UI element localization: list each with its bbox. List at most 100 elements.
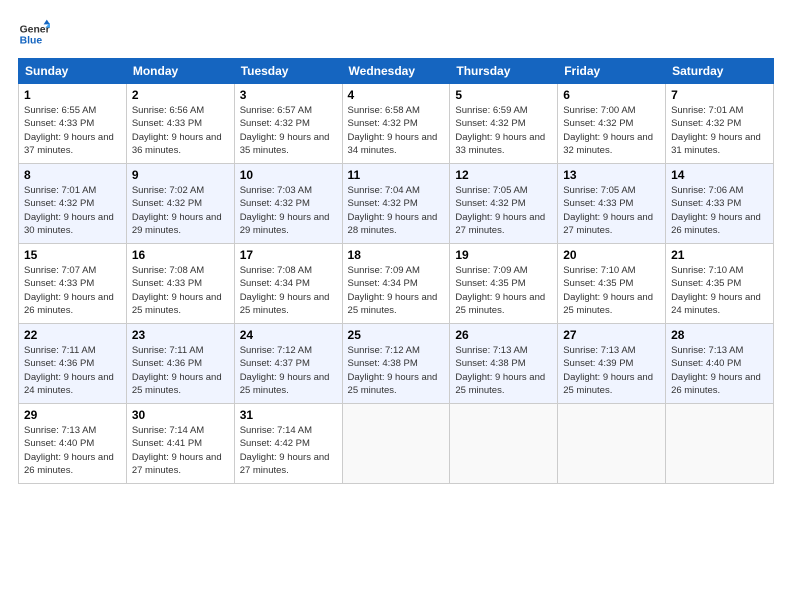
day-number: 3 bbox=[240, 88, 337, 102]
calendar-cell: 8 Sunrise: 7:01 AMSunset: 4:32 PMDaylight… bbox=[19, 164, 127, 244]
calendar-cell: 9 Sunrise: 7:02 AMSunset: 4:32 PMDaylight… bbox=[126, 164, 234, 244]
day-info: Sunrise: 7:04 AMSunset: 4:32 PMDaylight:… bbox=[348, 184, 445, 237]
day-number: 7 bbox=[671, 88, 768, 102]
day-info: Sunrise: 7:08 AMSunset: 4:33 PMDaylight:… bbox=[132, 264, 229, 317]
day-number: 1 bbox=[24, 88, 121, 102]
calendar-cell: 5 Sunrise: 6:59 AMSunset: 4:32 PMDaylight… bbox=[450, 84, 558, 164]
day-info: Sunrise: 6:57 AMSunset: 4:32 PMDaylight:… bbox=[240, 104, 337, 157]
day-info: Sunrise: 7:13 AMSunset: 4:40 PMDaylight:… bbox=[24, 424, 121, 477]
weekday-header-monday: Monday bbox=[126, 59, 234, 84]
calendar-cell: 10 Sunrise: 7:03 AMSunset: 4:32 PMDayligh… bbox=[234, 164, 342, 244]
day-number: 25 bbox=[348, 328, 445, 342]
calendar-cell: 15Sunrise: 7:07 AMSunset: 4:33 PMDayligh… bbox=[19, 244, 127, 324]
day-number: 17 bbox=[240, 248, 337, 262]
day-info: Sunrise: 7:14 AMSunset: 4:42 PMDaylight:… bbox=[240, 424, 337, 477]
weekday-header-wednesday: Wednesday bbox=[342, 59, 450, 84]
day-number: 20 bbox=[563, 248, 660, 262]
calendar-cell: 12 Sunrise: 7:05 AMSunset: 4:32 PMDayligh… bbox=[450, 164, 558, 244]
calendar-table: SundayMondayTuesdayWednesdayThursdayFrid… bbox=[18, 58, 774, 484]
calendar-cell: 16 Sunrise: 7:08 AMSunset: 4:33 PMDayligh… bbox=[126, 244, 234, 324]
day-info: Sunrise: 7:09 AMSunset: 4:34 PMDaylight:… bbox=[348, 264, 445, 317]
calendar-cell: 30 Sunrise: 7:14 AMSunset: 4:41 PMDayligh… bbox=[126, 404, 234, 484]
calendar-cell: 25Sunrise: 7:12 AMSunset: 4:38 PMDayligh… bbox=[342, 324, 450, 404]
calendar-cell: 29 Sunrise: 7:13 AMSunset: 4:40 PMDayligh… bbox=[19, 404, 127, 484]
weekday-header-tuesday: Tuesday bbox=[234, 59, 342, 84]
day-number: 21 bbox=[671, 248, 768, 262]
calendar-cell: 22 Sunrise: 7:11 AMSunset: 4:36 PMDayligh… bbox=[19, 324, 127, 404]
calendar-cell: 23Sunrise: 7:11 AMSunset: 4:36 PMDayligh… bbox=[126, 324, 234, 404]
day-number: 10 bbox=[240, 168, 337, 182]
day-number: 16 bbox=[132, 248, 229, 262]
day-info: Sunrise: 7:13 AMSunset: 4:40 PMDaylight:… bbox=[671, 344, 768, 397]
day-info: Sunrise: 6:59 AMSunset: 4:32 PMDaylight:… bbox=[455, 104, 552, 157]
page-header: General Blue bbox=[18, 18, 774, 50]
day-number: 4 bbox=[348, 88, 445, 102]
day-info: Sunrise: 7:10 AMSunset: 4:35 PMDaylight:… bbox=[563, 264, 660, 317]
day-number: 6 bbox=[563, 88, 660, 102]
calendar-cell: 11 Sunrise: 7:04 AMSunset: 4:32 PMDayligh… bbox=[342, 164, 450, 244]
day-info: Sunrise: 7:00 AMSunset: 4:32 PMDaylight:… bbox=[563, 104, 660, 157]
day-number: 8 bbox=[24, 168, 121, 182]
weekday-header-friday: Friday bbox=[558, 59, 666, 84]
day-number: 5 bbox=[455, 88, 552, 102]
day-info: Sunrise: 7:13 AMSunset: 4:38 PMDaylight:… bbox=[455, 344, 552, 397]
day-info: Sunrise: 6:56 AMSunset: 4:33 PMDaylight:… bbox=[132, 104, 229, 157]
logo: General Blue bbox=[18, 18, 50, 50]
day-number: 27 bbox=[563, 328, 660, 342]
day-number: 2 bbox=[132, 88, 229, 102]
day-info: Sunrise: 7:03 AMSunset: 4:32 PMDaylight:… bbox=[240, 184, 337, 237]
calendar-cell: 28 Sunrise: 7:13 AMSunset: 4:40 PMDayligh… bbox=[666, 324, 774, 404]
calendar-cell: 19 Sunrise: 7:09 AMSunset: 4:35 PMDayligh… bbox=[450, 244, 558, 324]
logo-icon: General Blue bbox=[18, 18, 50, 50]
calendar-cell: 20 Sunrise: 7:10 AMSunset: 4:35 PMDayligh… bbox=[558, 244, 666, 324]
day-number: 14 bbox=[671, 168, 768, 182]
day-number: 12 bbox=[455, 168, 552, 182]
day-info: Sunrise: 7:13 AMSunset: 4:39 PMDaylight:… bbox=[563, 344, 660, 397]
day-number: 13 bbox=[563, 168, 660, 182]
svg-text:Blue: Blue bbox=[20, 36, 43, 47]
day-info: Sunrise: 7:09 AMSunset: 4:35 PMDaylight:… bbox=[455, 264, 552, 317]
day-info: Sunrise: 7:11 AMSunset: 4:36 PMDaylight:… bbox=[24, 344, 121, 397]
day-number: 19 bbox=[455, 248, 552, 262]
calendar-cell: 3 Sunrise: 6:57 AMSunset: 4:32 PMDaylight… bbox=[234, 84, 342, 164]
weekday-header-sunday: Sunday bbox=[19, 59, 127, 84]
calendar-cell: 6 Sunrise: 7:00 AMSunset: 4:32 PMDaylight… bbox=[558, 84, 666, 164]
day-info: Sunrise: 7:14 AMSunset: 4:41 PMDaylight:… bbox=[132, 424, 229, 477]
day-info: Sunrise: 7:08 AMSunset: 4:34 PMDaylight:… bbox=[240, 264, 337, 317]
day-number: 18 bbox=[348, 248, 445, 262]
day-number: 22 bbox=[24, 328, 121, 342]
day-number: 15 bbox=[24, 248, 121, 262]
day-number: 9 bbox=[132, 168, 229, 182]
day-info: Sunrise: 6:55 AMSunset: 4:33 PMDaylight:… bbox=[24, 104, 121, 157]
day-info: Sunrise: 7:05 AMSunset: 4:32 PMDaylight:… bbox=[455, 184, 552, 237]
calendar-cell: 1 Sunrise: 6:55 AMSunset: 4:33 PMDaylight… bbox=[19, 84, 127, 164]
day-info: Sunrise: 7:12 AMSunset: 4:37 PMDaylight:… bbox=[240, 344, 337, 397]
calendar-cell: 14 Sunrise: 7:06 AMSunset: 4:33 PMDayligh… bbox=[666, 164, 774, 244]
svg-text:General: General bbox=[20, 24, 50, 35]
day-number: 11 bbox=[348, 168, 445, 182]
day-number: 30 bbox=[132, 408, 229, 422]
calendar-cell: 21 Sunrise: 7:10 AMSunset: 4:35 PMDayligh… bbox=[666, 244, 774, 324]
calendar-cell: 2 Sunrise: 6:56 AMSunset: 4:33 PMDaylight… bbox=[126, 84, 234, 164]
day-number: 28 bbox=[671, 328, 768, 342]
weekday-header-thursday: Thursday bbox=[450, 59, 558, 84]
day-number: 26 bbox=[455, 328, 552, 342]
calendar-cell: 31 Sunrise: 7:14 AMSunset: 4:42 PMDayligh… bbox=[234, 404, 342, 484]
calendar-cell: 4Sunrise: 6:58 AMSunset: 4:32 PMDaylight… bbox=[342, 84, 450, 164]
weekday-header-saturday: Saturday bbox=[666, 59, 774, 84]
day-info: Sunrise: 7:01 AMSunset: 4:32 PMDaylight:… bbox=[671, 104, 768, 157]
calendar-cell: 7 Sunrise: 7:01 AMSunset: 4:32 PMDaylight… bbox=[666, 84, 774, 164]
day-info: Sunrise: 7:01 AMSunset: 4:32 PMDaylight:… bbox=[24, 184, 121, 237]
calendar-cell bbox=[450, 404, 558, 484]
calendar-cell: 17 Sunrise: 7:08 AMSunset: 4:34 PMDayligh… bbox=[234, 244, 342, 324]
day-info: Sunrise: 7:05 AMSunset: 4:33 PMDaylight:… bbox=[563, 184, 660, 237]
calendar-cell bbox=[558, 404, 666, 484]
day-info: Sunrise: 7:02 AMSunset: 4:32 PMDaylight:… bbox=[132, 184, 229, 237]
day-info: Sunrise: 7:10 AMSunset: 4:35 PMDaylight:… bbox=[671, 264, 768, 317]
calendar-cell bbox=[342, 404, 450, 484]
day-info: Sunrise: 7:06 AMSunset: 4:33 PMDaylight:… bbox=[671, 184, 768, 237]
day-number: 31 bbox=[240, 408, 337, 422]
day-number: 24 bbox=[240, 328, 337, 342]
day-number: 29 bbox=[24, 408, 121, 422]
calendar-cell: 13 Sunrise: 7:05 AMSunset: 4:33 PMDayligh… bbox=[558, 164, 666, 244]
